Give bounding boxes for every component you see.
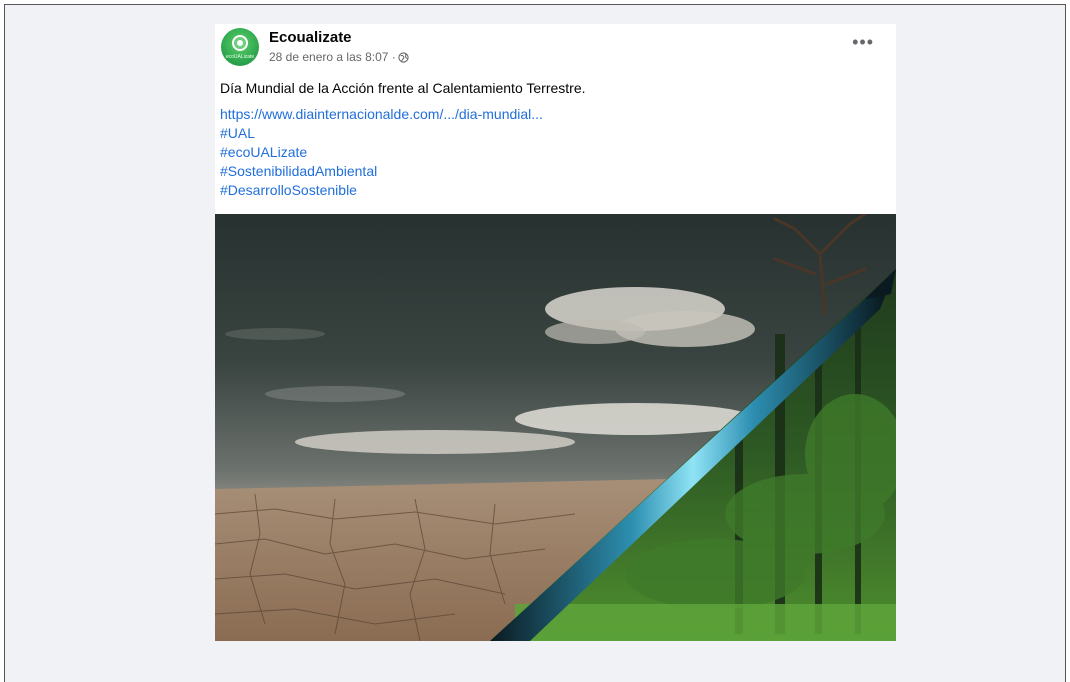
feed-background: ecoUALizate Ecoualizate 28 de enero a la… bbox=[4, 4, 1066, 682]
globe-icon bbox=[398, 51, 409, 63]
logo-icon bbox=[232, 35, 248, 51]
post-image[interactable] bbox=[215, 214, 896, 641]
hashtag-link[interactable]: #UAL bbox=[220, 124, 543, 143]
post-text: Día Mundial de la Acción frente al Calen… bbox=[220, 80, 586, 96]
page-name-link[interactable]: Ecoualizate bbox=[269, 29, 352, 46]
post-card: ecoUALizate Ecoualizate 28 de enero a la… bbox=[215, 24, 896, 641]
more-options-button[interactable]: ••• bbox=[852, 33, 874, 51]
post-timestamp[interactable]: 28 de enero a las 8:07 · bbox=[269, 50, 396, 64]
avatar[interactable]: ecoUALizate bbox=[221, 28, 259, 66]
hashtag-link[interactable]: #DesarrolloSostenible bbox=[220, 181, 543, 200]
climate-illustration bbox=[215, 214, 896, 641]
avatar-caption: ecoUALizate bbox=[225, 54, 255, 60]
post-links: https://www.diainternacionalde.com/.../d… bbox=[220, 105, 543, 200]
hashtag-link[interactable]: #ecoUALizate bbox=[220, 143, 543, 162]
post-header: ecoUALizate Ecoualizate 28 de enero a la… bbox=[215, 24, 896, 74]
article-link[interactable]: https://www.diainternacionalde.com/.../d… bbox=[220, 105, 543, 124]
hashtag-link[interactable]: #SostenibilidadAmbiental bbox=[220, 162, 543, 181]
post-meta: 28 de enero a las 8:07 · bbox=[269, 50, 409, 64]
